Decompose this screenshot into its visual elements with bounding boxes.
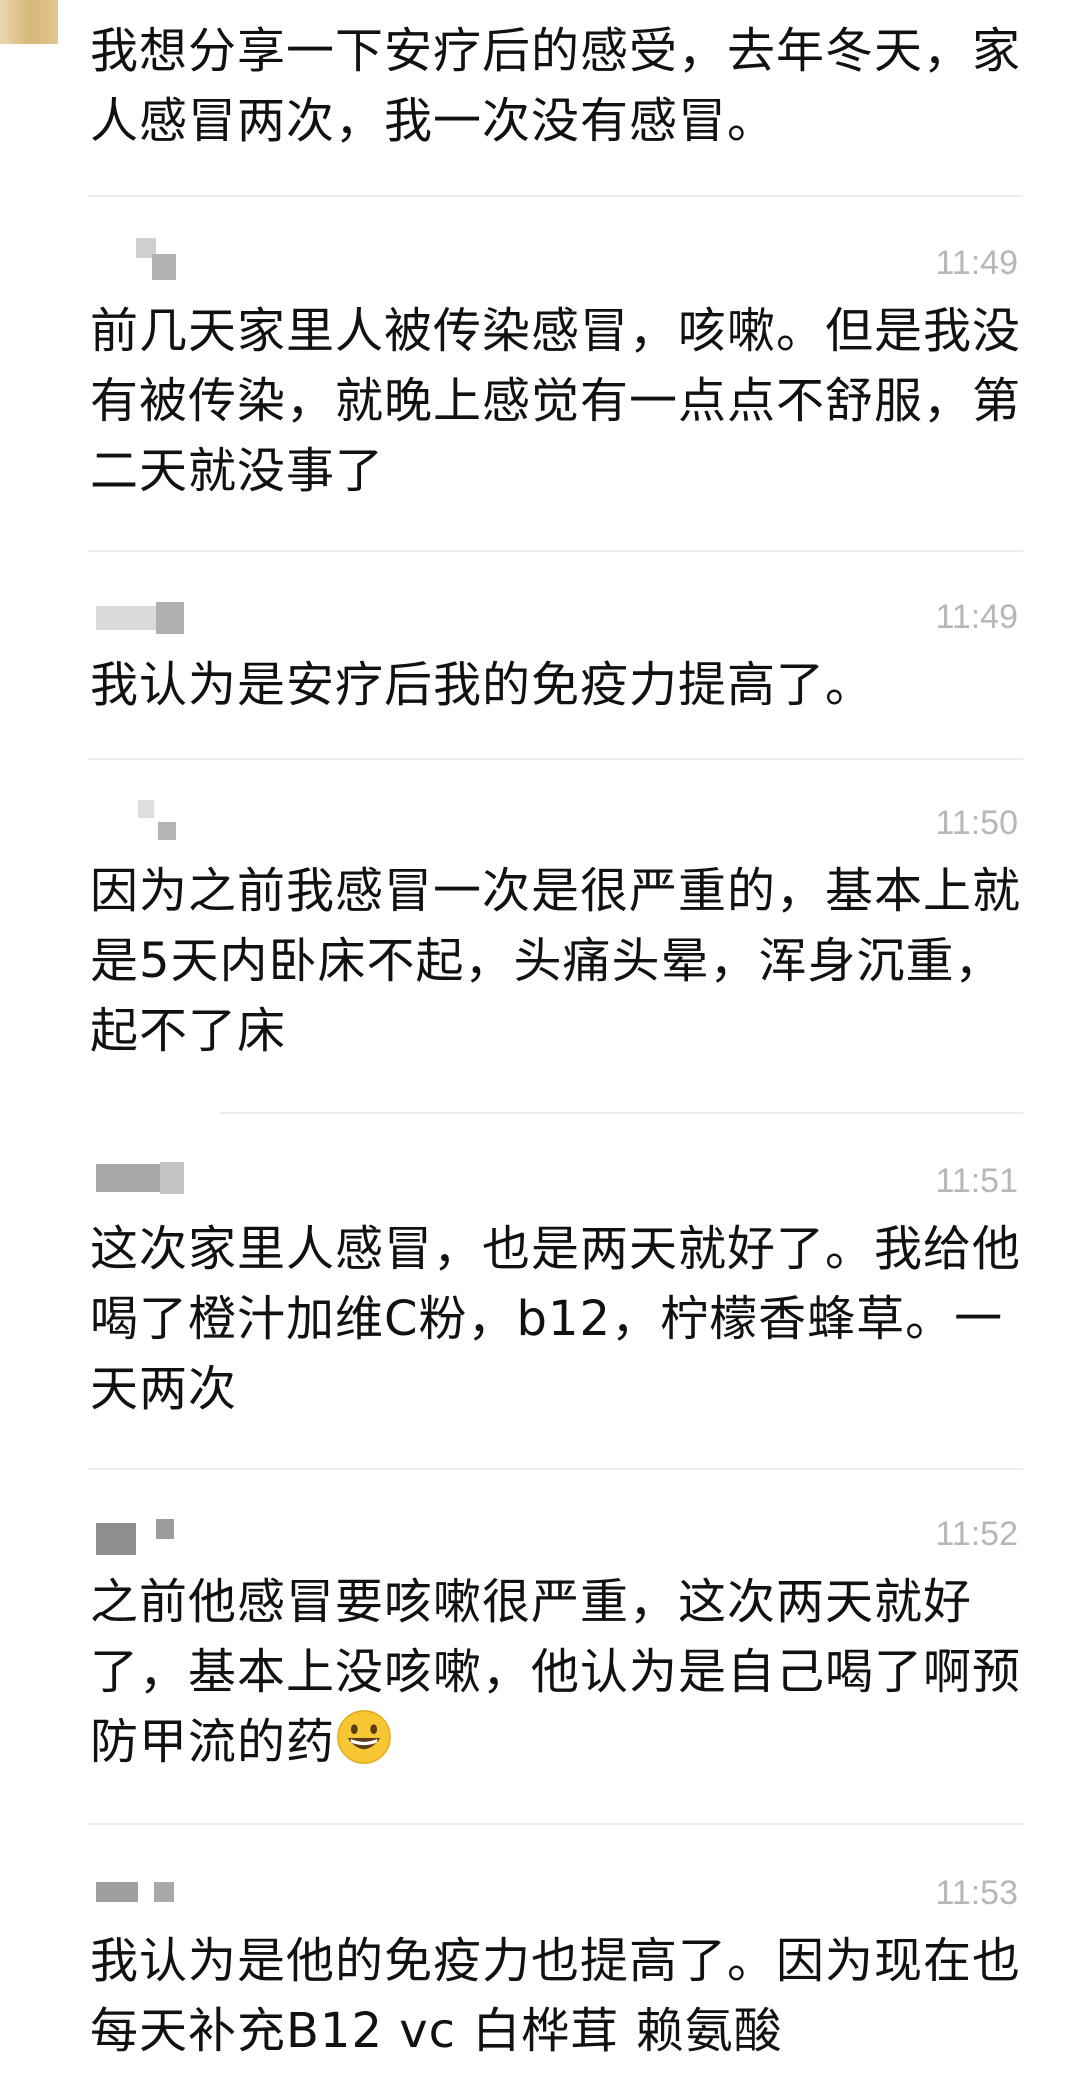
divider [88, 195, 1023, 197]
username-blurred [96, 602, 186, 634]
divider [88, 1823, 1023, 1825]
message-text: 我认为是安疗后我的免疫力提高了。 [90, 657, 875, 713]
username-blurred [96, 1162, 186, 1194]
message-text: 之前他感冒要咳嗽很严重，这次两天就好了，基本上没咳嗽，他认为是自己喝了啊预防甲流… [90, 1567, 1030, 1777]
message-text: 前几天家里人被传染感冒，咳嗽。但是我没有被传染，就晚上感觉有一点点不舒服，第二天… [90, 303, 1022, 499]
message-text-content: 之前他感冒要咳嗽很严重，这次两天就好了，基本上没咳嗽，他认为是自己喝了啊预防甲流… [90, 1574, 1022, 1770]
avatar[interactable] [0, 0, 58, 44]
message-item: 11:49 我认为是安疗后我的免疫力提高了。 [0, 590, 1065, 770]
message-item: 11:52 之前他感冒要咳嗽很严重，这次两天就好了，基本上没咳嗽，他认为是自己喝… [0, 1505, 1065, 1835]
username-blurred [96, 1519, 186, 1555]
message-item: 我想分享一下安疗后的感受，去年冬天，家人感冒两次，我一次没有感冒。 [0, 0, 1065, 200]
message-time: 11:49 [935, 598, 1018, 636]
username-blurred [96, 1882, 186, 1904]
message-text: 因为之前我感冒一次是很严重的，基本上就是5天内卧床不起，头痛头晕，浑身沉重，起不… [90, 863, 1022, 1059]
divider [88, 758, 1023, 760]
divider [220, 1112, 1023, 1114]
message-time: 11:53 [935, 1874, 1018, 1912]
username-blurred [138, 800, 180, 842]
divider [88, 1468, 1023, 1470]
message-item: 11:53 我认为是他的免疫力也提高了。因为现在也每天补充B12 vc 白桦茸 … [0, 1860, 1065, 2078]
message-item: 11:51 这次家里人感冒，也是两天就好了。我给他喝了橙汁加维C粉，b12，柠檬… [0, 1150, 1065, 1480]
message-text: 我认为是他的免疫力也提高了。因为现在也每天补充B12 vc 白桦茸 赖氨酸 [90, 1933, 1022, 2059]
grinning-face-icon [337, 1710, 391, 1764]
message-text: 我想分享一下安疗后的感受，去年冬天，家人感冒两次，我一次没有感冒。 [90, 23, 1022, 149]
message-text: 这次家里人感冒，也是两天就好了。我给他喝了橙汁加维C粉，b12，柠檬香蜂草。一天… [90, 1221, 1022, 1417]
username-blurred [136, 238, 180, 282]
message-item: 11:50 因为之前我感冒一次是很严重的，基本上就是5天内卧床不起，头痛头晕，浑… [0, 796, 1065, 1126]
message-time: 11:49 [935, 244, 1018, 282]
message-item: 11:49 前几天家里人被传染感冒，咳嗽。但是我没有被传染，就晚上感觉有一点点不… [0, 232, 1065, 562]
message-time: 11:51 [935, 1162, 1018, 1200]
divider [88, 550, 1023, 552]
message-time: 11:50 [935, 804, 1018, 842]
message-time: 11:52 [935, 1515, 1018, 1553]
